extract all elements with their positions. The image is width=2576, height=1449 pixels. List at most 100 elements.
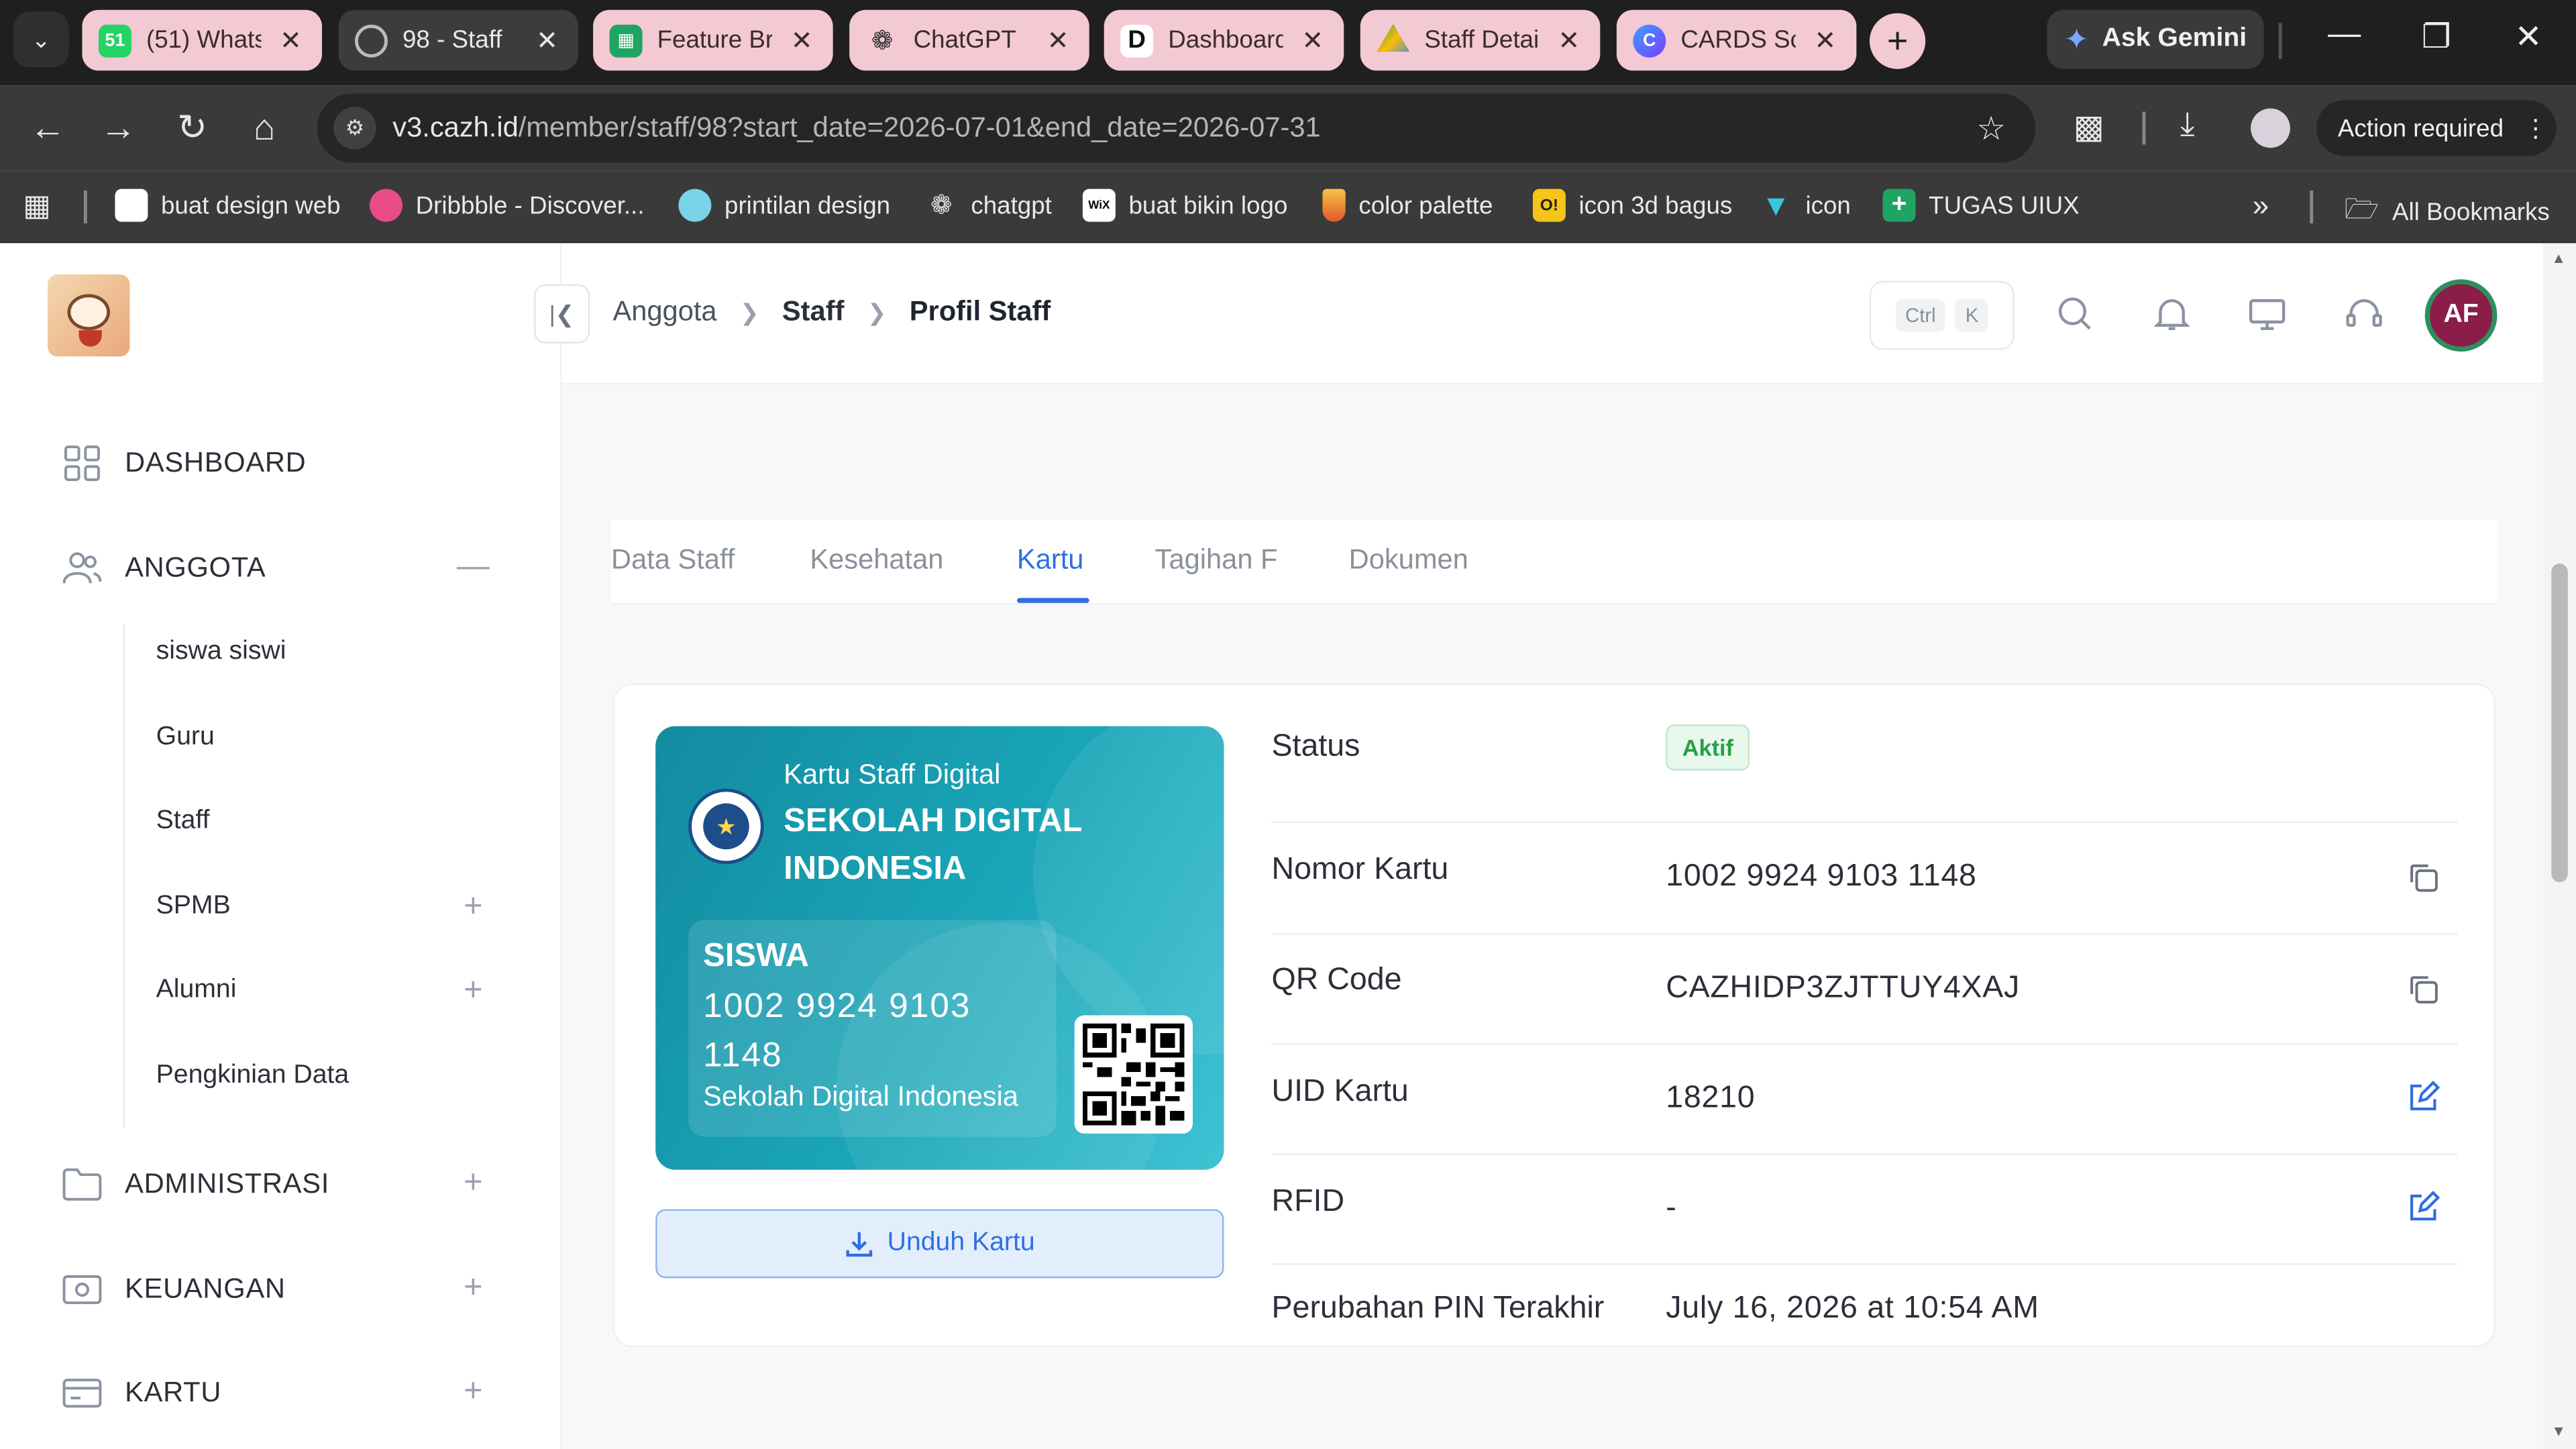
download-card-button[interactable]: Unduh Kartu (655, 1209, 1224, 1279)
expand-plus-icon[interactable]: + (457, 1270, 490, 1307)
submenu-line (123, 624, 125, 1128)
expand-plus-icon[interactable]: + (457, 889, 490, 926)
reload-button[interactable]: ↻ (168, 105, 217, 152)
qr-code-icon (1074, 1015, 1193, 1134)
sidebar-item-dashboard[interactable]: DASHBOARD (62, 443, 306, 483)
divider (83, 191, 87, 224)
apps-grid-icon[interactable]: ▦ (23, 189, 51, 223)
sidebar-subitem-pengkinian[interactable]: Pengkinian Data (156, 1061, 350, 1091)
extensions-icon[interactable]: ▩ (2074, 107, 2104, 148)
sidebar-label: ADMINISTRASI (125, 1168, 330, 1199)
tab-label: ChatGPT (913, 26, 1016, 54)
copy-icon[interactable] (2405, 971, 2441, 1007)
scroll-down-icon[interactable]: ▼ (2551, 1423, 2566, 1439)
more-bookmarks-icon[interactable]: » (2253, 189, 2269, 223)
close-icon[interactable]: ✕ (1554, 24, 1584, 57)
bookmark-dribbble[interactable]: Dribbble - Discover... (370, 189, 645, 222)
bookmark-printilan-design[interactable]: printilan design (678, 189, 890, 222)
monitor-icon[interactable] (2247, 294, 2287, 333)
home-button[interactable]: ⌂ (240, 105, 289, 152)
sidebar-subitem-staff[interactable]: Staff (156, 806, 210, 836)
sidebar-item-kartu[interactable]: KARTU (62, 1373, 221, 1413)
minimize-button[interactable]: — (2320, 16, 2369, 54)
all-bookmarks-button[interactable]: 🗁 All Bookmarks (2345, 189, 2550, 237)
school-logo[interactable] (48, 274, 130, 357)
command-shortcut-button[interactable]: Ctrl K (1869, 280, 2015, 350)
close-icon[interactable]: ✕ (276, 24, 305, 57)
site-info-icon[interactable]: ⚙ (333, 107, 376, 150)
sidebar-subitem-guru[interactable]: Guru (156, 723, 215, 753)
tab-data-staff[interactable]: Data Staff (611, 544, 735, 577)
back-button[interactable]: ← (23, 105, 72, 152)
sidebar-subitem-spmb[interactable]: SPMB (156, 892, 231, 922)
copy-icon[interactable] (2405, 859, 2441, 896)
restore-button[interactable]: ❐ (2412, 16, 2461, 57)
bookmark-color-palette[interactable]: color palette (1322, 189, 1493, 222)
close-icon[interactable]: ✕ (787, 24, 816, 57)
scrollbar-thumb[interactable] (2551, 564, 2568, 883)
bookmark-icon-3d-bagus[interactable]: O! icon 3d bagus (1532, 189, 1732, 222)
ask-gemini-button[interactable]: ✦ Ask Gemini (2047, 9, 2264, 69)
breadcrumb-staff[interactable]: Staff (782, 296, 845, 329)
detail-row-pin: Perubahan PIN Terakhir July 16, 2026 at … (1272, 1265, 2458, 1364)
bookmark-tugas-uiux[interactable]: + TUGAS UIUX (1882, 189, 2080, 222)
expand-plus-icon[interactable]: + (457, 973, 490, 1010)
edit-icon[interactable] (2405, 1189, 2441, 1226)
tab-search-button[interactable]: ⌄ (13, 11, 69, 68)
folder-icon (62, 1165, 102, 1204)
profile-icon[interactable] (2251, 108, 2290, 148)
tab-kesehatan[interactable]: Kesehatan (810, 544, 943, 577)
tab-staff-detail[interactable]: Staff Detail ✕ (1360, 9, 1601, 71)
bookmark-chatgpt[interactable]: ❁ chatgpt (925, 189, 1052, 222)
close-icon[interactable]: ✕ (532, 24, 561, 57)
close-icon[interactable]: ✕ (1298, 24, 1328, 57)
tab-staff[interactable]: 98 - Staff ✕ (338, 9, 579, 71)
detail-label: Perubahan PIN Terakhir (1271, 1291, 1605, 1326)
close-window-button[interactable]: ✕ (2504, 16, 2553, 57)
collapse-sidebar-button[interactable]: |❮ (533, 284, 590, 343)
users-icon (62, 549, 102, 588)
new-tab-button[interactable]: + (1869, 13, 1926, 69)
tab-dashboard[interactable]: D Dashboard ✕ (1104, 9, 1344, 71)
sidebar-subitem-alumni[interactable]: Alumni (156, 976, 237, 1006)
close-icon[interactable]: ✕ (1043, 24, 1073, 57)
sidebar-item-administrasi[interactable]: ADMINISTRASI (62, 1165, 329, 1204)
sidebar-item-anggota[interactable]: ANGGOTA (62, 549, 266, 588)
user-avatar[interactable]: AF (2424, 279, 2498, 352)
scroll-up-icon[interactable]: ▲ (2551, 250, 2566, 266)
kbd-k: K (1955, 299, 1989, 332)
bookmark-star-icon[interactable]: ☆ (1976, 109, 2006, 150)
expand-plus-icon[interactable]: + (457, 1373, 490, 1411)
tab-dokumen[interactable]: Dokumen (1349, 544, 1468, 577)
tab-kartu[interactable]: Kartu (1017, 544, 1084, 577)
logo-face (67, 294, 111, 331)
page-scrollbar[interactable]: ▲ ▼ (2543, 243, 2576, 1449)
breadcrumb: Anggota ❯ Staff ❯ Profil Staff (612, 296, 1051, 329)
close-icon[interactable]: ✕ (1811, 24, 1840, 57)
collapse-left-icon: |❮ (549, 299, 575, 327)
sidebar-subitem-siswa[interactable]: siswa siswi (156, 637, 286, 667)
tab-tagihan[interactable]: Tagihan F (1155, 544, 1278, 577)
forward-button[interactable]: → (94, 105, 143, 152)
edit-icon[interactable] (2405, 1079, 2441, 1116)
bookmark-buat-design-web[interactable]: buat design web (115, 189, 341, 222)
sidebar-item-keuangan[interactable]: KEUANGAN (62, 1270, 286, 1309)
action-required-button[interactable]: Action required ⋮ (2316, 100, 2557, 156)
tab-chatgpt[interactable]: ❁ ChatGPT ✕ (849, 9, 1089, 71)
bell-icon[interactable] (2152, 294, 2192, 333)
canva-icon: C (1633, 23, 1666, 57)
collapse-minus-icon[interactable]: — (457, 549, 490, 586)
digital-staff-card: ★ Kartu Staff Digital SEKOLAH DIGITAL IN… (655, 726, 1224, 1170)
search-icon[interactable] (2055, 294, 2095, 333)
download-icon[interactable]: ⤓ (2180, 107, 2195, 144)
tab-cards[interactable]: C CARDS School ✕ (1616, 9, 1857, 71)
bookmark-buat-bikin-logo[interactable]: WiX buat bikin logo (1082, 189, 1287, 222)
tab-whatsapp[interactable]: 51 (51) WhatsApp ✕ (82, 9, 323, 71)
breadcrumb-anggota[interactable]: Anggota (612, 296, 716, 329)
sheets-icon: ▦ (609, 23, 643, 57)
bookmark-icon[interactable]: ▼ icon (1760, 188, 1851, 222)
headset-icon[interactable] (2345, 294, 2384, 333)
expand-plus-icon[interactable]: + (457, 1165, 490, 1202)
tab-feature[interactable]: ▦ Feature Breakdown ✕ (593, 9, 833, 71)
url-field[interactable]: ⚙ v3.cazh.id/member/staff/98?start_date=… (317, 93, 2036, 163)
